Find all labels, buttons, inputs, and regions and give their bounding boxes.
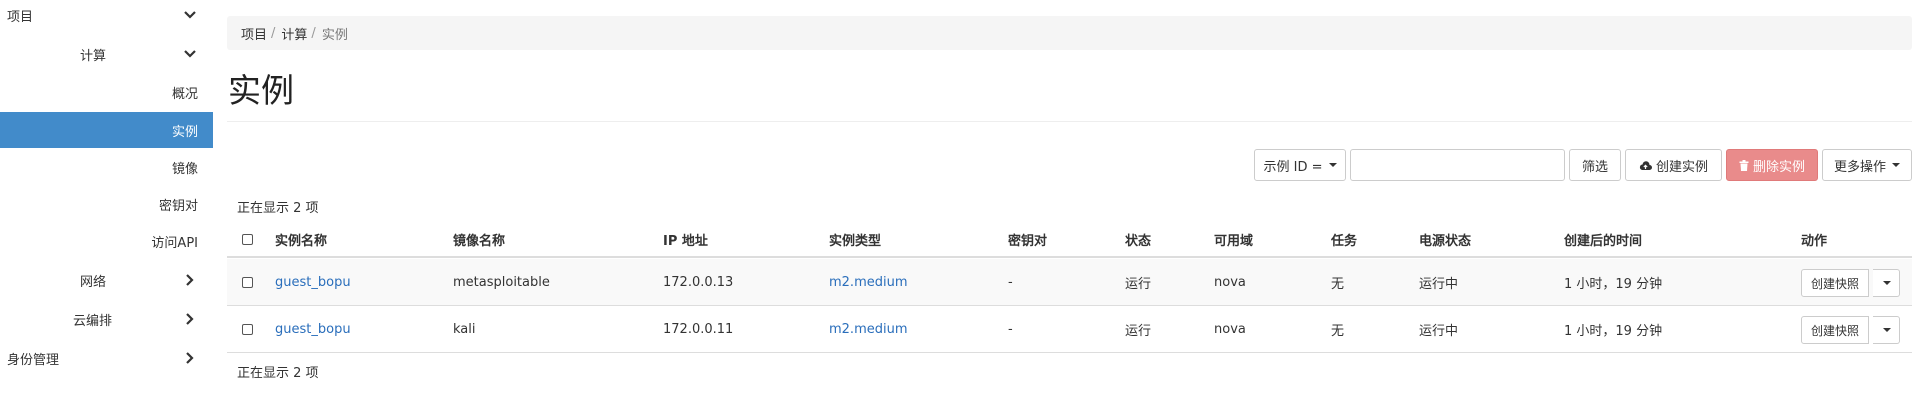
row-checkbox-cell: [242, 306, 253, 352]
availability-zone: nova: [1214, 274, 1246, 290]
flavor-link[interactable]: m2.medium: [829, 306, 908, 352]
sidebar-item-project[interactable]: 项目: [0, 0, 213, 33]
header-zone[interactable]: 可用域: [1214, 222, 1253, 256]
table-header: 实例名称 镜像名称 IP 地址 实例类型 密钥对 状态 可用域 任务 电源状态 …: [227, 222, 1912, 258]
sidebar-item-instances[interactable]: 实例: [0, 112, 213, 148]
sidebar-item-identity[interactable]: 身份管理: [0, 340, 213, 376]
create-instance-label: 创建实例: [1655, 159, 1708, 175]
table-row: guest_bopu kali 172.0.0.11 m2.medium - 运…: [227, 306, 1912, 353]
sidebar-item-orchestration[interactable]: 云编排: [0, 301, 213, 337]
delete-instances-button[interactable]: 删除实例: [1726, 149, 1818, 181]
status: 运行: [1125, 276, 1152, 292]
filter-field-label: 示例 ID =: [1263, 159, 1323, 175]
sidebar-item-label: 计算: [80, 48, 107, 64]
sidebar-item-label: 概况: [171, 86, 198, 102]
chevron-right-icon: [186, 274, 194, 286]
ip-address: 172.0.0.11: [663, 321, 734, 337]
sidebar-item-label: 项目: [7, 9, 34, 25]
task: 无: [1331, 276, 1345, 292]
sidebar-item-label: 网络: [80, 274, 107, 290]
header-keypair[interactable]: 密钥对: [1008, 222, 1047, 256]
sidebar-item-label: 云编排: [73, 313, 113, 329]
caret-down-icon: [1328, 163, 1337, 167]
chevron-right-icon: [186, 352, 194, 364]
row-checkbox[interactable]: [242, 323, 253, 335]
instance-name-link[interactable]: guest_bopu: [275, 259, 351, 305]
power-state: 运行中: [1419, 323, 1459, 339]
sidebar-item-network[interactable]: 网络: [0, 262, 213, 298]
sidebar-item-label: 身份管理: [7, 352, 60, 368]
sidebar-item-label: 访问API: [151, 235, 198, 251]
sidebar-item-api-access[interactable]: 访问API: [0, 223, 213, 259]
breadcrumb-current: 实例: [321, 27, 348, 43]
header-name[interactable]: 实例名称: [275, 222, 327, 256]
create-instance-button[interactable]: 创建实例: [1625, 149, 1722, 181]
create-snapshot-button[interactable]: 创建快照: [1801, 316, 1870, 344]
instance-name-link[interactable]: guest_bopu: [275, 306, 351, 352]
caret-down-icon: [1883, 281, 1891, 285]
chevron-right-icon: [186, 313, 194, 325]
select-all-checkbox-cell: [242, 222, 253, 256]
sidebar: 项目 计算 概况 实例 镜像 密钥对 访问API 网络 云编排 身份管理: [0, 0, 213, 404]
delete-instances-label: 删除实例: [1752, 159, 1805, 175]
page-title: 实例: [228, 71, 294, 110]
sidebar-item-label: 实例: [171, 124, 198, 140]
breadcrumb-separator: /: [311, 25, 316, 41]
more-actions-label: 更多操作: [1833, 159, 1886, 175]
image-name: metasploitable: [453, 274, 550, 290]
divider: [227, 121, 1912, 122]
filter-field-dropdown[interactable]: 示例 ID =: [1254, 149, 1346, 181]
task: 无: [1331, 323, 1345, 339]
more-actions-dropdown[interactable]: 更多操作: [1822, 149, 1912, 181]
sidebar-item-images[interactable]: 镜像: [0, 149, 213, 185]
image-name: kali: [453, 321, 476, 337]
breadcrumb-separator: /: [271, 25, 276, 41]
breadcrumb: 项目 / 计算 / 实例: [227, 16, 1912, 50]
header-power[interactable]: 电源状态: [1419, 222, 1471, 256]
sidebar-item-compute[interactable]: 计算: [0, 36, 213, 72]
breadcrumb-compute[interactable]: 计算: [281, 24, 307, 43]
row-checkbox-cell: [242, 259, 253, 305]
filter-button[interactable]: 筛选: [1569, 149, 1621, 181]
header-ip[interactable]: IP 地址: [663, 222, 708, 256]
caret-down-icon: [1883, 328, 1891, 332]
item-count-top: 正在显示 2 项: [237, 201, 319, 216]
age: 1 小时，19 分钟: [1564, 276, 1663, 292]
status: 运行: [1125, 323, 1152, 339]
sidebar-item-label: 镜像: [171, 161, 198, 177]
availability-zone: nova: [1214, 321, 1246, 337]
sidebar-item-keypairs[interactable]: 密钥对: [0, 186, 213, 222]
header-flavor[interactable]: 实例类型: [829, 222, 881, 256]
header-age[interactable]: 创建后的时间: [1564, 222, 1642, 256]
age: 1 小时，19 分钟: [1564, 323, 1663, 339]
header-actions: 动作: [1801, 233, 1828, 249]
header-task[interactable]: 任务: [1331, 222, 1357, 256]
row-actions-dropdown[interactable]: [1873, 316, 1900, 344]
breadcrumb-project[interactable]: 项目: [241, 24, 267, 43]
cloud-upload-icon: [1639, 160, 1652, 170]
filter-button-label: 筛选: [1581, 159, 1608, 175]
table-row: guest_bopu metasploitable 172.0.0.13 m2.…: [227, 259, 1912, 306]
filter-input[interactable]: [1350, 149, 1565, 181]
header-image[interactable]: 镜像名称: [453, 222, 505, 256]
header-status[interactable]: 状态: [1125, 222, 1151, 256]
flavor-link[interactable]: m2.medium: [829, 259, 908, 305]
power-state: 运行中: [1419, 276, 1459, 292]
chevron-down-icon: [184, 11, 196, 19]
caret-down-icon: [1892, 163, 1900, 167]
sidebar-item-label: 密钥对: [158, 198, 198, 214]
trash-icon: [1739, 159, 1749, 171]
ip-address: 172.0.0.13: [663, 274, 734, 290]
chevron-down-icon: [184, 50, 196, 58]
item-count-bottom: 正在显示 2 项: [237, 366, 319, 381]
select-all-checkbox[interactable]: [242, 233, 253, 245]
sidebar-item-overview[interactable]: 概况: [0, 74, 213, 110]
create-snapshot-button[interactable]: 创建快照: [1801, 269, 1870, 297]
row-checkbox[interactable]: [242, 276, 253, 288]
keypair: -: [1008, 274, 1013, 290]
row-actions-dropdown[interactable]: [1873, 269, 1900, 297]
keypair: -: [1008, 321, 1013, 337]
